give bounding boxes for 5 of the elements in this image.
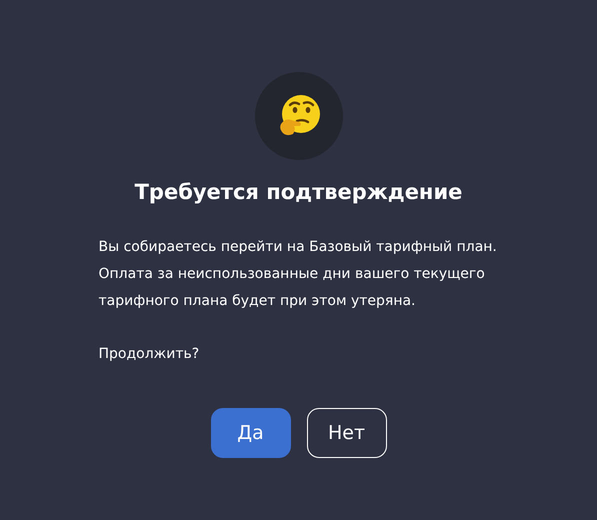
message-text: Вы собираетесь перейти на Базовый тарифный план. Оплата за неиспользованные дни вашего текущего тарифного плана будет при этом утеряна.	[98, 238, 498, 311]
cancel-button[interactable]: Нет	[306, 408, 386, 458]
dialog-title: Требуется подтверждение	[134, 179, 462, 206]
confirm-button[interactable]: Да	[210, 408, 290, 458]
question-text: Продолжить?	[98, 345, 200, 364]
